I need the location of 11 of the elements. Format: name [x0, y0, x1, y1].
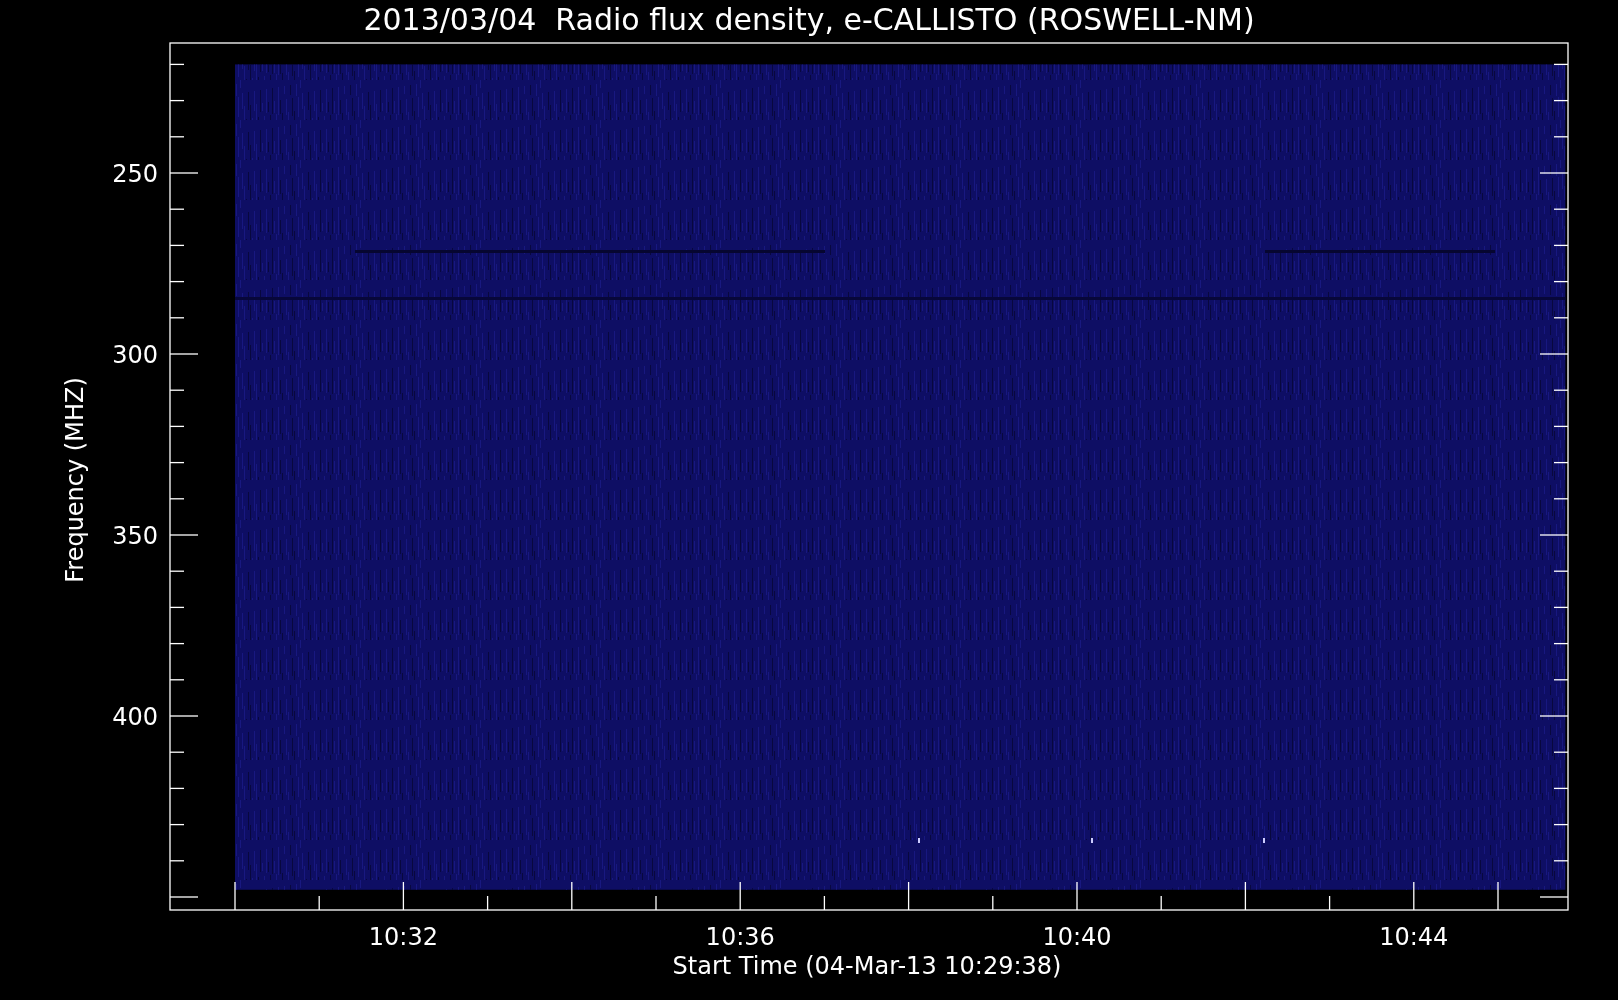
- axis-tick-label: 400: [112, 703, 158, 731]
- axis-tick-label: 10:44: [1379, 923, 1449, 951]
- axis-tick-label: 10:40: [1042, 923, 1112, 951]
- axis-tick-label: 350: [112, 522, 158, 550]
- chart-title: 2013/03/04 Radio flux density, e-CALLISTO (ROSWELL-NM): [363, 2, 1255, 37]
- axis-tick-label: 300: [112, 341, 158, 369]
- axis-title: Frequency (MHZ): [61, 377, 89, 583]
- axis-tick-label: 10:36: [705, 923, 775, 951]
- axis-tick-label: 10:32: [368, 923, 438, 951]
- axis-title: Start Time (04-Mar-13 10:29:38): [672, 952, 1062, 980]
- axis-tick-label: 250: [112, 160, 158, 188]
